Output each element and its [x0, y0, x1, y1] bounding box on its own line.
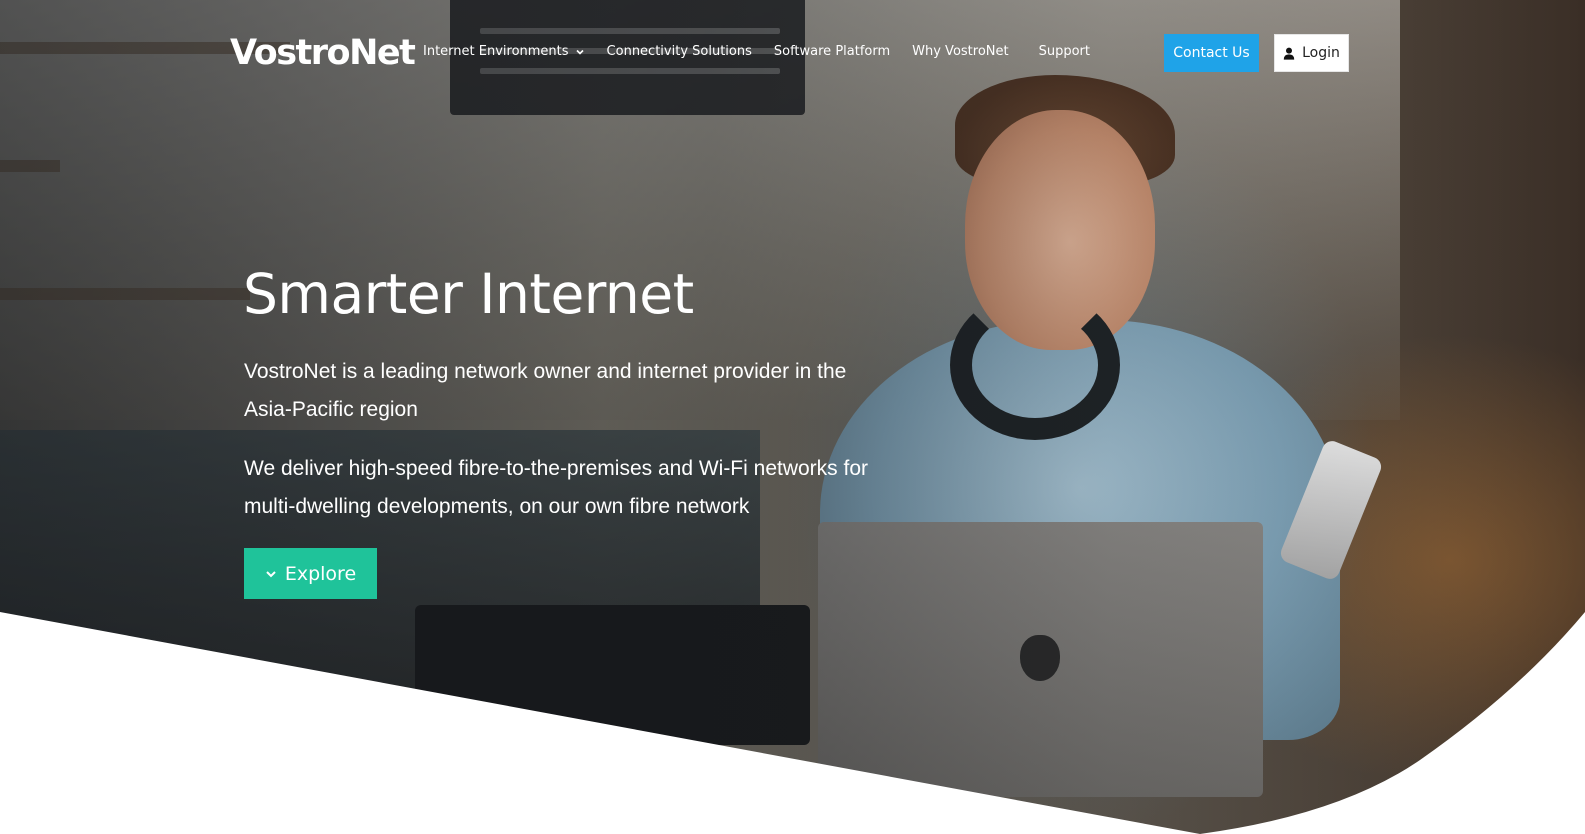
nav-item-label: Why VostroNet	[912, 44, 1009, 59]
hero-title: Smarter Internet	[243, 262, 694, 326]
chevron-down-icon	[266, 570, 276, 577]
explore-label: Explore	[284, 562, 357, 585]
site-header: VostroNet Internet Environments Connecti…	[0, 0, 1585, 105]
nav-item-label: Support	[1038, 44, 1090, 59]
nav-item-connectivity-solutions[interactable]: Connectivity Solutions	[607, 41, 752, 63]
nav-item-label: Connectivity Solutions	[606, 44, 752, 59]
login-label: Login	[1302, 45, 1340, 61]
main-nav: Internet Environments Connectivity Solut…	[423, 41, 1112, 63]
nav-item-software-platform[interactable]: Software Platform	[774, 41, 890, 63]
nav-item-label: Internet Environments	[423, 44, 569, 59]
explore-button[interactable]: Explore	[244, 548, 377, 599]
nav-item-support[interactable]: Support	[1039, 41, 1090, 63]
chevron-down-icon	[575, 49, 584, 55]
contact-us-button[interactable]: Contact Us	[1164, 34, 1259, 72]
hero-subdescription: We deliver high-speed fibre-to-the-premi…	[244, 457, 869, 518]
login-button[interactable]: Login	[1274, 34, 1349, 72]
user-icon	[1283, 47, 1295, 60]
nav-item-label: Software Platform	[773, 44, 891, 59]
nav-item-why-vostronet[interactable]: Why VostroNet	[912, 41, 1008, 63]
vostronet-logo[interactable]: VostroNet	[230, 32, 416, 74]
hero-description: VostroNet is a leading network owner and…	[244, 360, 847, 421]
nav-item-internet-environments[interactable]: Internet Environments	[423, 41, 585, 63]
